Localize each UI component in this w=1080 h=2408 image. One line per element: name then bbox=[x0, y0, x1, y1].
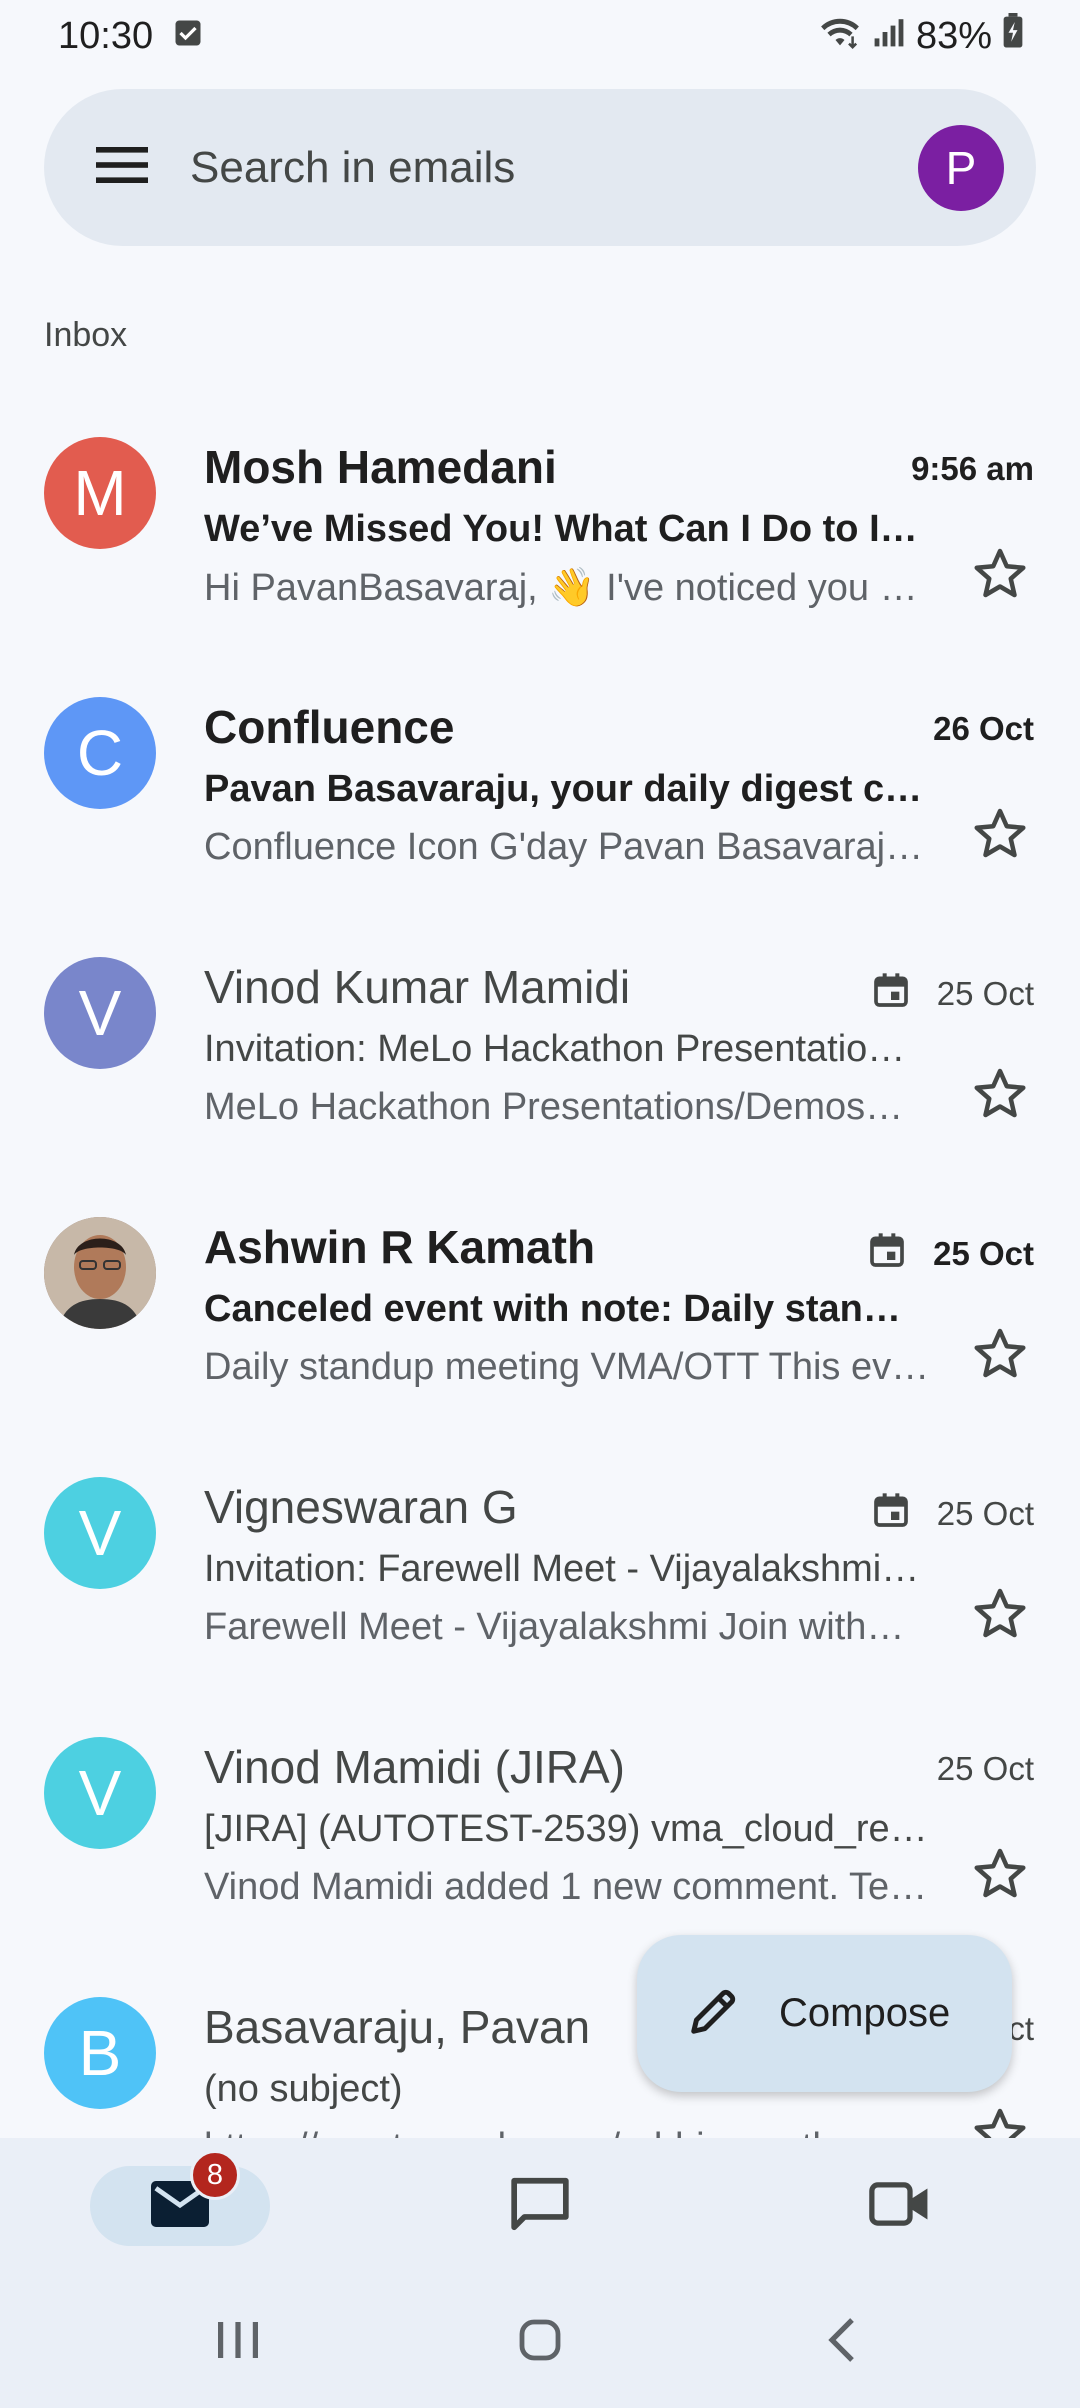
email-snippet: Farewell Meet - Vijayalakshmi Join with… bbox=[204, 1606, 905, 1648]
email-date-group: 25 Oct bbox=[867, 1230, 1034, 1278]
chat-icon bbox=[509, 2175, 571, 2238]
email-date: 25 Oct bbox=[936, 975, 1034, 1012]
home-icon[interactable] bbox=[500, 2305, 580, 2375]
compose-label: Compose bbox=[779, 1991, 951, 2035]
email-subject: Pavan Basavaraju, your daily digest c… bbox=[204, 768, 923, 810]
sender-avatar[interactable]: C bbox=[44, 697, 156, 809]
checkbox-notification-icon bbox=[173, 15, 203, 58]
bottom-navigation: 8 bbox=[0, 2138, 1080, 2273]
calendar-icon bbox=[867, 1230, 907, 1278]
battery-percent: 83% bbox=[915, 14, 992, 57]
email-subject: [JIRA] (AUTOTEST-2539) vma_cloud_re… bbox=[204, 1808, 928, 1850]
star-icon[interactable] bbox=[970, 1324, 1030, 1384]
email-sender: Vinod Mamidi (JIRA) bbox=[204, 1741, 625, 1793]
email-snippet: MeLo Hackathon Presentations/Demos… bbox=[204, 1086, 904, 1128]
email-snippet: Vinod Mamidi added 1 new comment. Te… bbox=[204, 1866, 928, 1908]
search-input[interactable]: Search in emails bbox=[190, 143, 918, 193]
search-bar[interactable]: Search in emails P bbox=[44, 89, 1036, 246]
email-sender: Confluence bbox=[204, 701, 455, 753]
back-icon[interactable] bbox=[802, 2305, 882, 2375]
email-row[interactable]: C Confluence 26 Oct Pavan Basavaraju, your … bbox=[0, 680, 1080, 940]
email-row[interactable]: V Vinod Kumar Mamidi 25 Oct Invitation: MeL… bbox=[0, 940, 1080, 1200]
inbox-label: Inbox bbox=[44, 316, 128, 354]
wifi-icon bbox=[818, 13, 862, 59]
star-icon[interactable] bbox=[970, 804, 1030, 864]
email-date-group: 25 Oct bbox=[871, 970, 1034, 1018]
menu-icon[interactable] bbox=[96, 145, 148, 190]
sender-avatar[interactable]: M bbox=[44, 437, 156, 549]
nav-meet[interactable] bbox=[850, 2166, 950, 2246]
unread-badge: 8 bbox=[190, 2150, 240, 2200]
email-snippet: Hi PavanBasavaraj, 👋 I've noticed you … bbox=[204, 567, 918, 609]
email-date-group: 25 Oct bbox=[871, 1490, 1034, 1538]
email-subject: We’ve Missed You! What Can I Do to I… bbox=[204, 508, 918, 550]
email-sender: Vigneswaran G bbox=[204, 1481, 518, 1533]
calendar-icon bbox=[871, 1490, 911, 1538]
email-sender: Mosh Hamedani bbox=[204, 441, 557, 493]
email-subject: Invitation: MeLo Hackathon Presentatio… bbox=[204, 1028, 906, 1070]
pencil-icon bbox=[687, 1984, 741, 2043]
star-icon[interactable] bbox=[970, 2104, 1030, 2140]
email-snippet: Confluence Icon G'day Pavan Basavaraj… bbox=[204, 826, 924, 868]
email-snippet: Daily standup meeting VMA/OTT This ev… bbox=[204, 1346, 930, 1388]
status-time: 10:30 bbox=[58, 14, 154, 57]
email-row[interactable]: Ashwin R Kamath 25 Oct Canceled event with… bbox=[0, 1200, 1080, 1460]
email-date: 9:56 am bbox=[911, 450, 1034, 487]
email-row[interactable]: V Vigneswaran G 25 Oct Invitation: Farewell… bbox=[0, 1460, 1080, 1720]
star-icon[interactable] bbox=[970, 1844, 1030, 1904]
email-date-group: 9:56 am bbox=[911, 450, 1034, 488]
signal-icon bbox=[872, 15, 906, 58]
video-camera-icon bbox=[869, 2179, 931, 2234]
sender-avatar[interactable]: V bbox=[44, 957, 156, 1069]
star-icon[interactable] bbox=[970, 544, 1030, 604]
email-subject: Invitation: Farewell Meet - Vijayalakshm… bbox=[204, 1548, 920, 1590]
nav-chat[interactable] bbox=[490, 2166, 590, 2246]
email-date: 26 Oct bbox=[933, 710, 1034, 747]
nav-mail[interactable]: 8 bbox=[90, 2150, 270, 2246]
email-date-group: 26 Oct bbox=[933, 710, 1034, 748]
sender-avatar[interactable]: B bbox=[44, 1997, 156, 2109]
battery-charging-icon bbox=[1002, 13, 1024, 59]
account-avatar[interactable]: P bbox=[918, 124, 1004, 211]
sender-photo bbox=[44, 1217, 156, 1329]
sender-avatar[interactable]: V bbox=[44, 1737, 156, 1849]
system-navigation-bar bbox=[0, 2273, 1080, 2408]
calendar-icon bbox=[871, 970, 911, 1018]
email-date: 25 Oct bbox=[933, 1235, 1034, 1272]
email-row[interactable]: M Mosh Hamedani 9:56 am We’ve Missed You! W… bbox=[0, 420, 1080, 680]
sender-avatar[interactable] bbox=[44, 1217, 156, 1329]
email-list: M Mosh Hamedani 9:56 am We’ve Missed You! W… bbox=[0, 420, 1080, 2140]
email-date: 25 Oct bbox=[936, 1750, 1034, 1787]
star-icon[interactable] bbox=[970, 1064, 1030, 1124]
star-icon[interactable] bbox=[970, 1584, 1030, 1644]
compose-button[interactable]: Compose bbox=[637, 1935, 1012, 2092]
recent-apps-icon[interactable] bbox=[198, 2305, 278, 2375]
email-sender: Vinod Kumar Mamidi bbox=[204, 961, 631, 1013]
status-bar: 10:30 83% bbox=[0, 0, 1080, 72]
email-date: 25 Oct bbox=[936, 1495, 1034, 1532]
email-date-group: 25 Oct bbox=[937, 1750, 1034, 1788]
sender-avatar[interactable]: V bbox=[44, 1477, 156, 1589]
email-subject: Canceled event with note: Daily stan… bbox=[204, 1288, 901, 1330]
email-sender: Ashwin R Kamath bbox=[204, 1221, 596, 1273]
